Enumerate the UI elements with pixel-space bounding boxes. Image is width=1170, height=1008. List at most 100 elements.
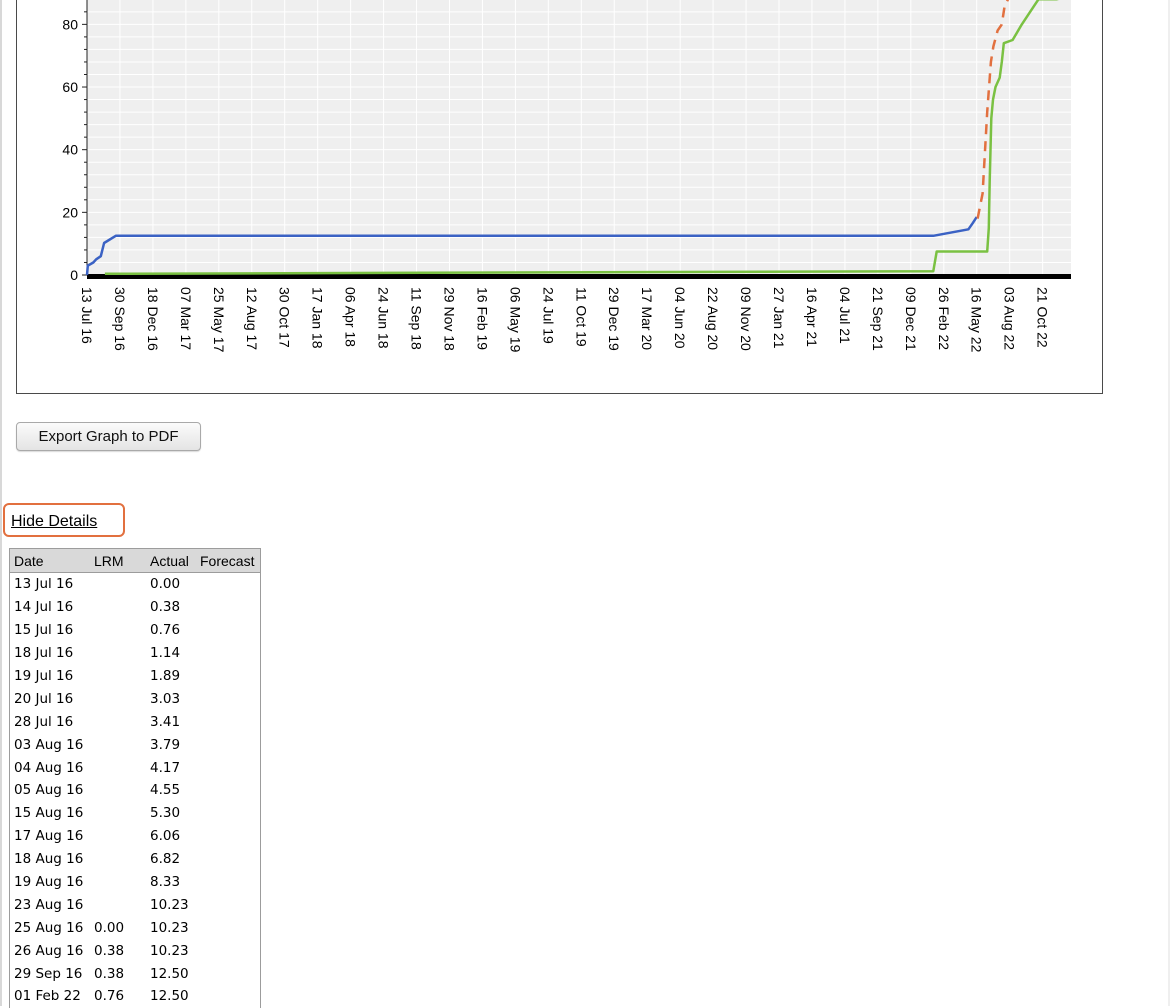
- date-cell: 04 Aug 16: [14, 759, 84, 776]
- table-row: 19 Aug 16 8.33: [10, 871, 261, 894]
- table-row: 28 Jul 16 3.41: [10, 710, 261, 733]
- x-tick-label: 11 Sep 18: [409, 287, 425, 350]
- lrm-cell: 0.00: [94, 919, 125, 936]
- lrm-cell: [90, 619, 146, 642]
- actual-cell: 3.41: [150, 713, 181, 730]
- forecast-cell: [196, 733, 261, 756]
- actual-cell: 4.55: [150, 782, 181, 799]
- date-cell: 18 Jul 16: [14, 645, 74, 662]
- actual-cell: 5.30: [150, 805, 181, 822]
- actual-cell: 10.23: [150, 919, 189, 936]
- lrm-cell: [90, 733, 146, 756]
- x-tick-label: 30 Oct 17: [277, 287, 293, 348]
- date-cell: 18 Aug 16: [14, 851, 84, 868]
- x-tick-label: 26 Feb 22: [936, 287, 952, 350]
- actual-cell: 3.03: [150, 690, 181, 707]
- x-tick-label: 16 Feb 19: [474, 287, 490, 350]
- actual-cell: 1.14: [150, 645, 181, 662]
- lrm-cell: 0.76: [94, 988, 125, 1005]
- date-cell: 25 Aug 16: [14, 919, 84, 936]
- forecast-cell: [196, 916, 261, 939]
- forecast-cell: [196, 665, 261, 688]
- lrm-cell: [90, 665, 146, 688]
- x-tick-label: 22 Aug 20: [705, 287, 721, 350]
- lrm-cell: [90, 596, 146, 619]
- forecast-cell: [196, 871, 261, 894]
- actual-cell: 10.23: [150, 942, 189, 959]
- hide-details-link[interactable]: Hide Details: [11, 513, 97, 531]
- forecast-cell: [196, 848, 261, 871]
- lrm-cell: [90, 871, 146, 894]
- actual-cell: 12.50: [150, 988, 189, 1005]
- y-tick-label: 0: [70, 267, 78, 283]
- export-graph-pdf-button[interactable]: Export Graph to PDF: [16, 422, 201, 451]
- x-tick-label: 30 Sep 16: [112, 287, 128, 351]
- x-tick-label: 29 Dec 19: [606, 287, 622, 351]
- date-cell: 03 Aug 16: [14, 736, 84, 753]
- table-row: 25 Aug 16 0.00 10.23: [10, 916, 261, 939]
- date-cell: 05 Aug 16: [14, 782, 84, 799]
- table-row: 17 Aug 16 6.06: [10, 825, 261, 848]
- forecast-cell: [196, 619, 261, 642]
- actual-cell: 6.06: [150, 828, 181, 845]
- details-table: Date LRM Actual Forecast 13 Jul 16 0.00 14…: [9, 548, 261, 1008]
- x-tick-label: 18 Dec 16: [145, 287, 161, 351]
- table-row: 15 Aug 16 5.30: [10, 802, 261, 825]
- actual-cell: 1.89: [150, 668, 181, 684]
- forecast-cell: [196, 802, 261, 825]
- column-header-forecast: Forecast: [196, 548, 261, 573]
- date-cell: 19 Aug 16: [14, 874, 84, 891]
- lrm-cell: [90, 710, 146, 733]
- forecast-cell: [196, 573, 261, 596]
- y-tick-label: 20: [62, 204, 78, 220]
- date-cell: 13 Jul 16: [14, 576, 74, 593]
- date-cell: 26 Aug 16: [14, 942, 84, 959]
- progress-line-chart: 0 20 40 60 80 13 Jul 16 30 Sep 16 18 Dec 16 07 M…: [62, 0, 1071, 353]
- x-tick-label: 03 Aug 22: [1002, 287, 1018, 350]
- date-cell: 14 Jul 16: [14, 599, 74, 616]
- date-cell: 15 Jul 16: [14, 622, 74, 639]
- column-header-lrm: LRM: [90, 548, 146, 573]
- x-tick-label: 25 May 17: [211, 287, 227, 353]
- x-tick-label: 04 Jul 21: [837, 287, 853, 344]
- details-table-header: Date LRM Actual Forecast: [9, 548, 261, 573]
- lrm-cell: 0.38: [94, 965, 125, 982]
- x-tick-label: 24 Jul 19: [540, 287, 556, 344]
- forecast-cell: [196, 687, 261, 710]
- lrm-cell: [90, 756, 146, 779]
- actual-cell: 0.76: [150, 622, 181, 639]
- table-row: 15 Jul 16 0.76: [10, 619, 261, 642]
- forecast-cell: [196, 893, 261, 916]
- actual-cell: 10.23: [150, 896, 189, 913]
- column-header-date: Date: [9, 548, 90, 573]
- x-tick-label: 11 Oct 19: [573, 287, 589, 347]
- date-cell: 15 Aug 16: [14, 805, 84, 822]
- y-tick-label: 60: [62, 79, 78, 95]
- x-axis-line: [87, 274, 1071, 279]
- forecast-cell: [196, 596, 261, 619]
- lrm-cell: 0.38: [94, 942, 125, 959]
- table-row: 26 Aug 16 0.38 10.23: [10, 939, 261, 962]
- actual-cell: 0.38: [150, 599, 181, 616]
- lrm-cell: [90, 825, 146, 848]
- x-tick-label: 06 May 19: [507, 287, 523, 353]
- x-tick-label: 16 May 22: [969, 287, 985, 353]
- actual-cell: 12.50: [150, 965, 189, 982]
- forecast-cell: [196, 985, 261, 1008]
- table-row: 20 Jul 16 3.03: [10, 687, 261, 710]
- table-row: 13 Jul 16 0.00: [10, 573, 261, 596]
- actual-cell: 4.17: [150, 759, 181, 776]
- x-tick-label: 16 Apr 21: [804, 287, 820, 347]
- forecast-cell: [196, 962, 261, 985]
- table-row: 18 Jul 16 1.14: [10, 642, 261, 665]
- x-tick-label: 17 Jan 18: [310, 287, 326, 349]
- lrm-cell: [90, 802, 146, 825]
- x-tick-label: 17 Mar 20: [639, 287, 655, 350]
- table-row: 23 Aug 16 10.23: [10, 893, 261, 916]
- left-page-border: [0, 0, 2, 1006]
- x-tick-label: 06 Apr 18: [343, 287, 359, 347]
- forecast-cell: [196, 779, 261, 802]
- hide-details-highlight: Hide Details: [3, 503, 125, 537]
- date-cell: 28 Jul 16: [14, 713, 74, 730]
- date-cell: 19 Jul 16: [14, 668, 74, 684]
